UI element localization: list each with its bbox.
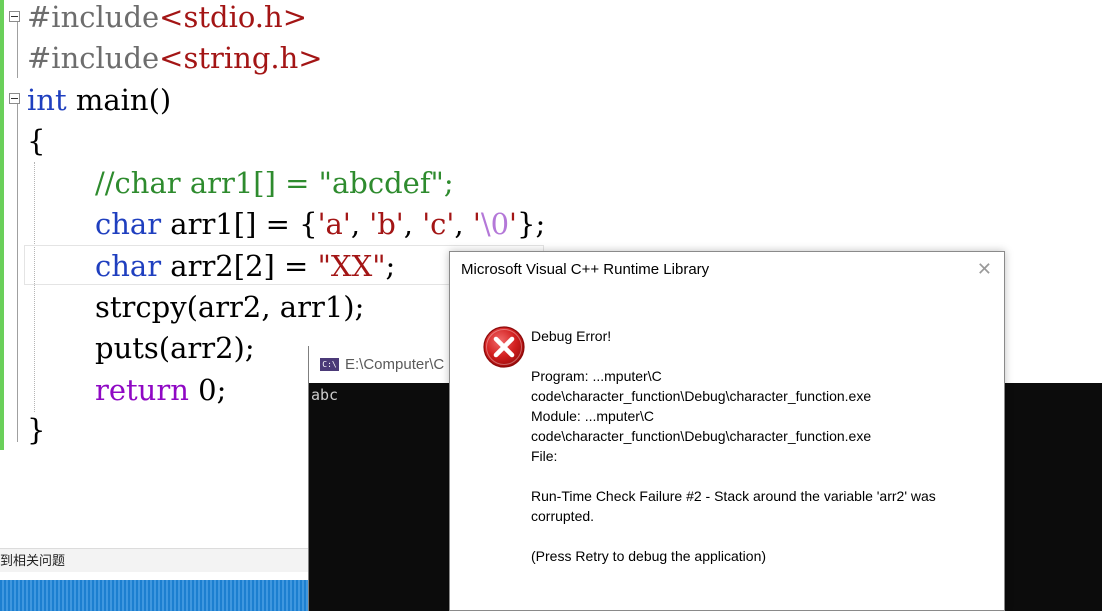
fold-guide-line bbox=[17, 104, 18, 442]
char-literal: ' bbox=[472, 207, 481, 241]
console-title: E:\Computer\C bbox=[345, 356, 445, 373]
message-line: corrupted. bbox=[531, 508, 595, 524]
message-line: code\character_function\Debug\character_… bbox=[531, 388, 872, 404]
message-line bbox=[531, 526, 981, 546]
message-line: File: bbox=[531, 448, 558, 464]
code-line-11[interactable]: } bbox=[27, 410, 45, 450]
escape-sequence: \0 bbox=[480, 207, 510, 241]
code-line-10[interactable]: return 0; bbox=[95, 370, 226, 410]
char-literal: 'c' bbox=[422, 207, 455, 241]
keyword-token: char bbox=[95, 249, 162, 283]
error-list-tab-label: 到相关问题 bbox=[0, 553, 66, 568]
code-text: strcpy(arr2, arr1); bbox=[95, 290, 365, 324]
message-line bbox=[531, 466, 981, 486]
close-icon[interactable]: ✕ bbox=[977, 258, 992, 280]
error-icon bbox=[483, 326, 525, 368]
code-text: }; bbox=[517, 207, 546, 241]
message-line: (Press Retry to debug the application) bbox=[531, 548, 767, 564]
include-header: <stdio.h> bbox=[159, 0, 307, 34]
keyword-token: int bbox=[27, 83, 67, 117]
string-literal: "XX" bbox=[317, 249, 386, 283]
code-text: { bbox=[27, 124, 46, 158]
message-line: Module: ...mputer\C bbox=[531, 408, 654, 424]
message-line bbox=[531, 346, 981, 366]
indent-guide bbox=[34, 162, 35, 412]
code-text: 0; bbox=[188, 373, 227, 407]
code-line-1[interactable]: #include<stdio.h> bbox=[27, 0, 307, 37]
code-text: ; bbox=[385, 249, 396, 283]
code-text: main() bbox=[66, 83, 172, 117]
message-line: code\character_function\Debug\character_… bbox=[531, 428, 872, 444]
dialog-message: Debug Error! Program: ...mputer\C code\c… bbox=[531, 326, 981, 566]
change-indicator-bar bbox=[0, 0, 4, 450]
keyword-token: char bbox=[95, 207, 162, 241]
code-text: puts(arr2); bbox=[95, 331, 255, 365]
console-app-icon: C:\ bbox=[320, 358, 339, 371]
preprocessor-token: #include bbox=[27, 0, 160, 34]
char-literal: ' bbox=[509, 207, 518, 241]
char-literal: 'a' bbox=[317, 207, 351, 241]
code-line-2[interactable]: #include<string.h> bbox=[27, 38, 323, 78]
comment-token: //char arr1[] = "abcdef"; bbox=[95, 166, 454, 200]
code-line-7[interactable]: char arr2[2] = "XX"; bbox=[95, 246, 395, 286]
code-text: } bbox=[27, 413, 46, 447]
code-text: , bbox=[403, 207, 423, 241]
message-line: Program: ...mputer\C bbox=[531, 368, 662, 384]
message-line: Debug Error! bbox=[531, 328, 612, 344]
preprocessor-token: #include bbox=[27, 41, 160, 75]
code-line-3[interactable]: int main() bbox=[27, 80, 171, 120]
return-keyword-token: return bbox=[95, 373, 189, 407]
fold-guide-line bbox=[17, 22, 18, 78]
fold-collapse-icon[interactable] bbox=[9, 11, 20, 22]
panel-gap bbox=[0, 572, 312, 580]
code-text: arr2[2] = bbox=[161, 249, 318, 283]
fold-collapse-icon[interactable] bbox=[9, 93, 20, 104]
char-literal: 'b' bbox=[369, 207, 404, 241]
code-text: arr1[] = { bbox=[161, 207, 318, 241]
console-output: abc bbox=[311, 386, 339, 404]
status-bar bbox=[0, 580, 312, 611]
runtime-error-dialog[interactable]: Microsoft Visual C++ Runtime Library ✕ D… bbox=[449, 251, 1005, 611]
include-header: <string.h> bbox=[159, 41, 323, 75]
code-line-5[interactable]: //char arr1[] = "abcdef"; bbox=[95, 163, 454, 203]
code-text: , bbox=[350, 207, 370, 241]
code-text: , bbox=[454, 207, 473, 241]
code-line-6[interactable]: char arr1[] = {'a', 'b', 'c', '\0'}; bbox=[95, 204, 545, 244]
code-line-4[interactable]: { bbox=[27, 121, 45, 161]
dialog-title: Microsoft Visual C++ Runtime Library bbox=[461, 261, 710, 278]
error-list-tab[interactable]: 到相关问题 bbox=[0, 548, 312, 572]
code-line-9[interactable]: puts(arr2); bbox=[95, 328, 255, 368]
code-line-8[interactable]: strcpy(arr2, arr1); bbox=[95, 287, 364, 327]
message-line: Run-Time Check Failure #2 - Stack around… bbox=[531, 488, 936, 504]
